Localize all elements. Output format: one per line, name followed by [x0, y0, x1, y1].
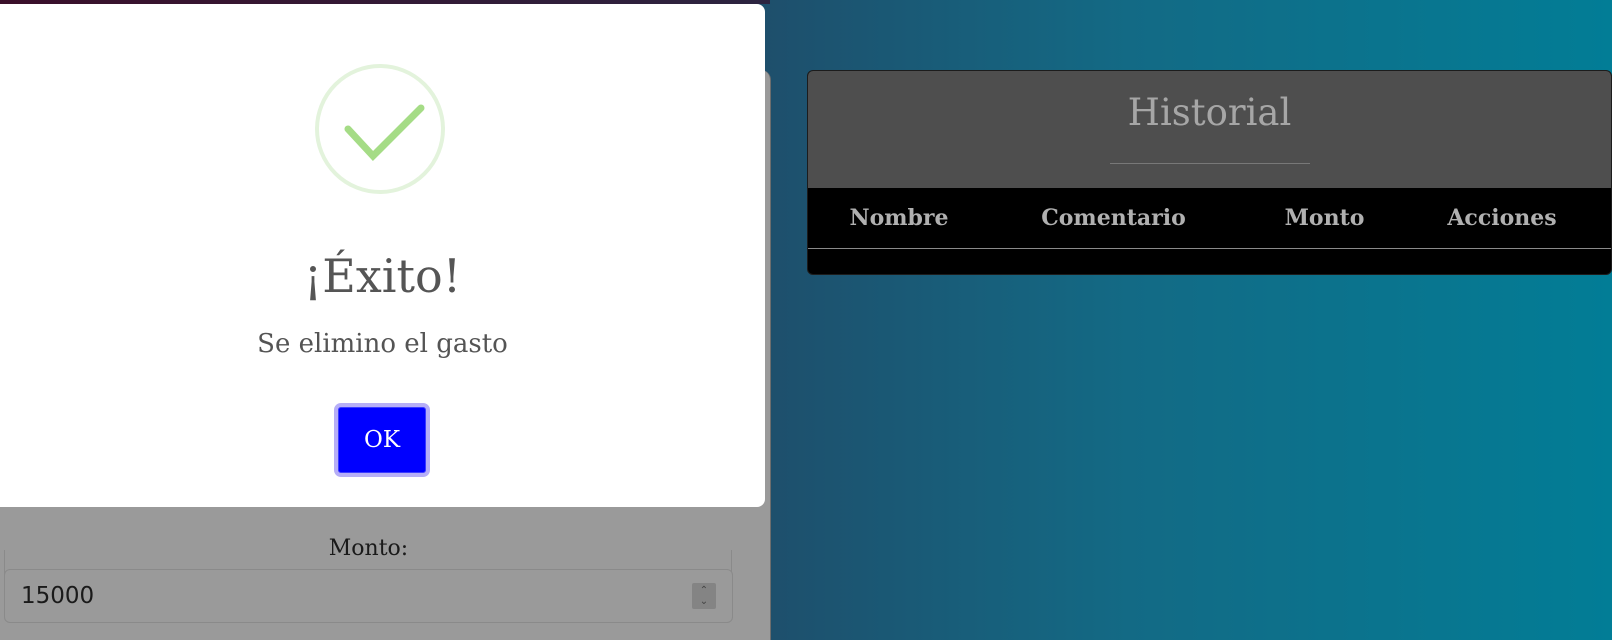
- check-icon: [344, 104, 425, 162]
- column-header-nombre: Nombre: [849, 205, 949, 231]
- chevron-up-icon[interactable]: ⌃: [700, 585, 708, 596]
- chevron-down-icon[interactable]: ⌄: [700, 596, 708, 607]
- dialog-message: Se elimino el gasto: [257, 329, 508, 359]
- number-spinner[interactable]: ⌃ ⌄: [692, 583, 716, 609]
- column-header-acciones: Acciones: [1447, 205, 1557, 231]
- divider: [1110, 163, 1310, 164]
- column-header-monto: Monto: [1284, 205, 1365, 231]
- dialog-title: ¡Éxito!: [303, 249, 462, 303]
- historial-table-header: Nombre Comentario Monto Acciones: [808, 188, 1611, 249]
- monto-label: Monto:: [328, 536, 409, 561]
- monto-value: 15000: [21, 583, 95, 609]
- monto-input[interactable]: 15000 ⌃ ⌄: [4, 569, 733, 623]
- check-circle-icon: [315, 64, 445, 194]
- success-dialog: ¡Éxito! Se elimino el gasto OK: [0, 4, 765, 507]
- historial-title: Historial: [1127, 91, 1292, 134]
- historial-header: Historial: [808, 71, 1611, 188]
- column-header-comentario: Comentario: [1041, 205, 1186, 231]
- historial-card: Historial Nombre Comentario Monto Accion…: [807, 70, 1612, 275]
- ok-button[interactable]: OK: [334, 403, 430, 477]
